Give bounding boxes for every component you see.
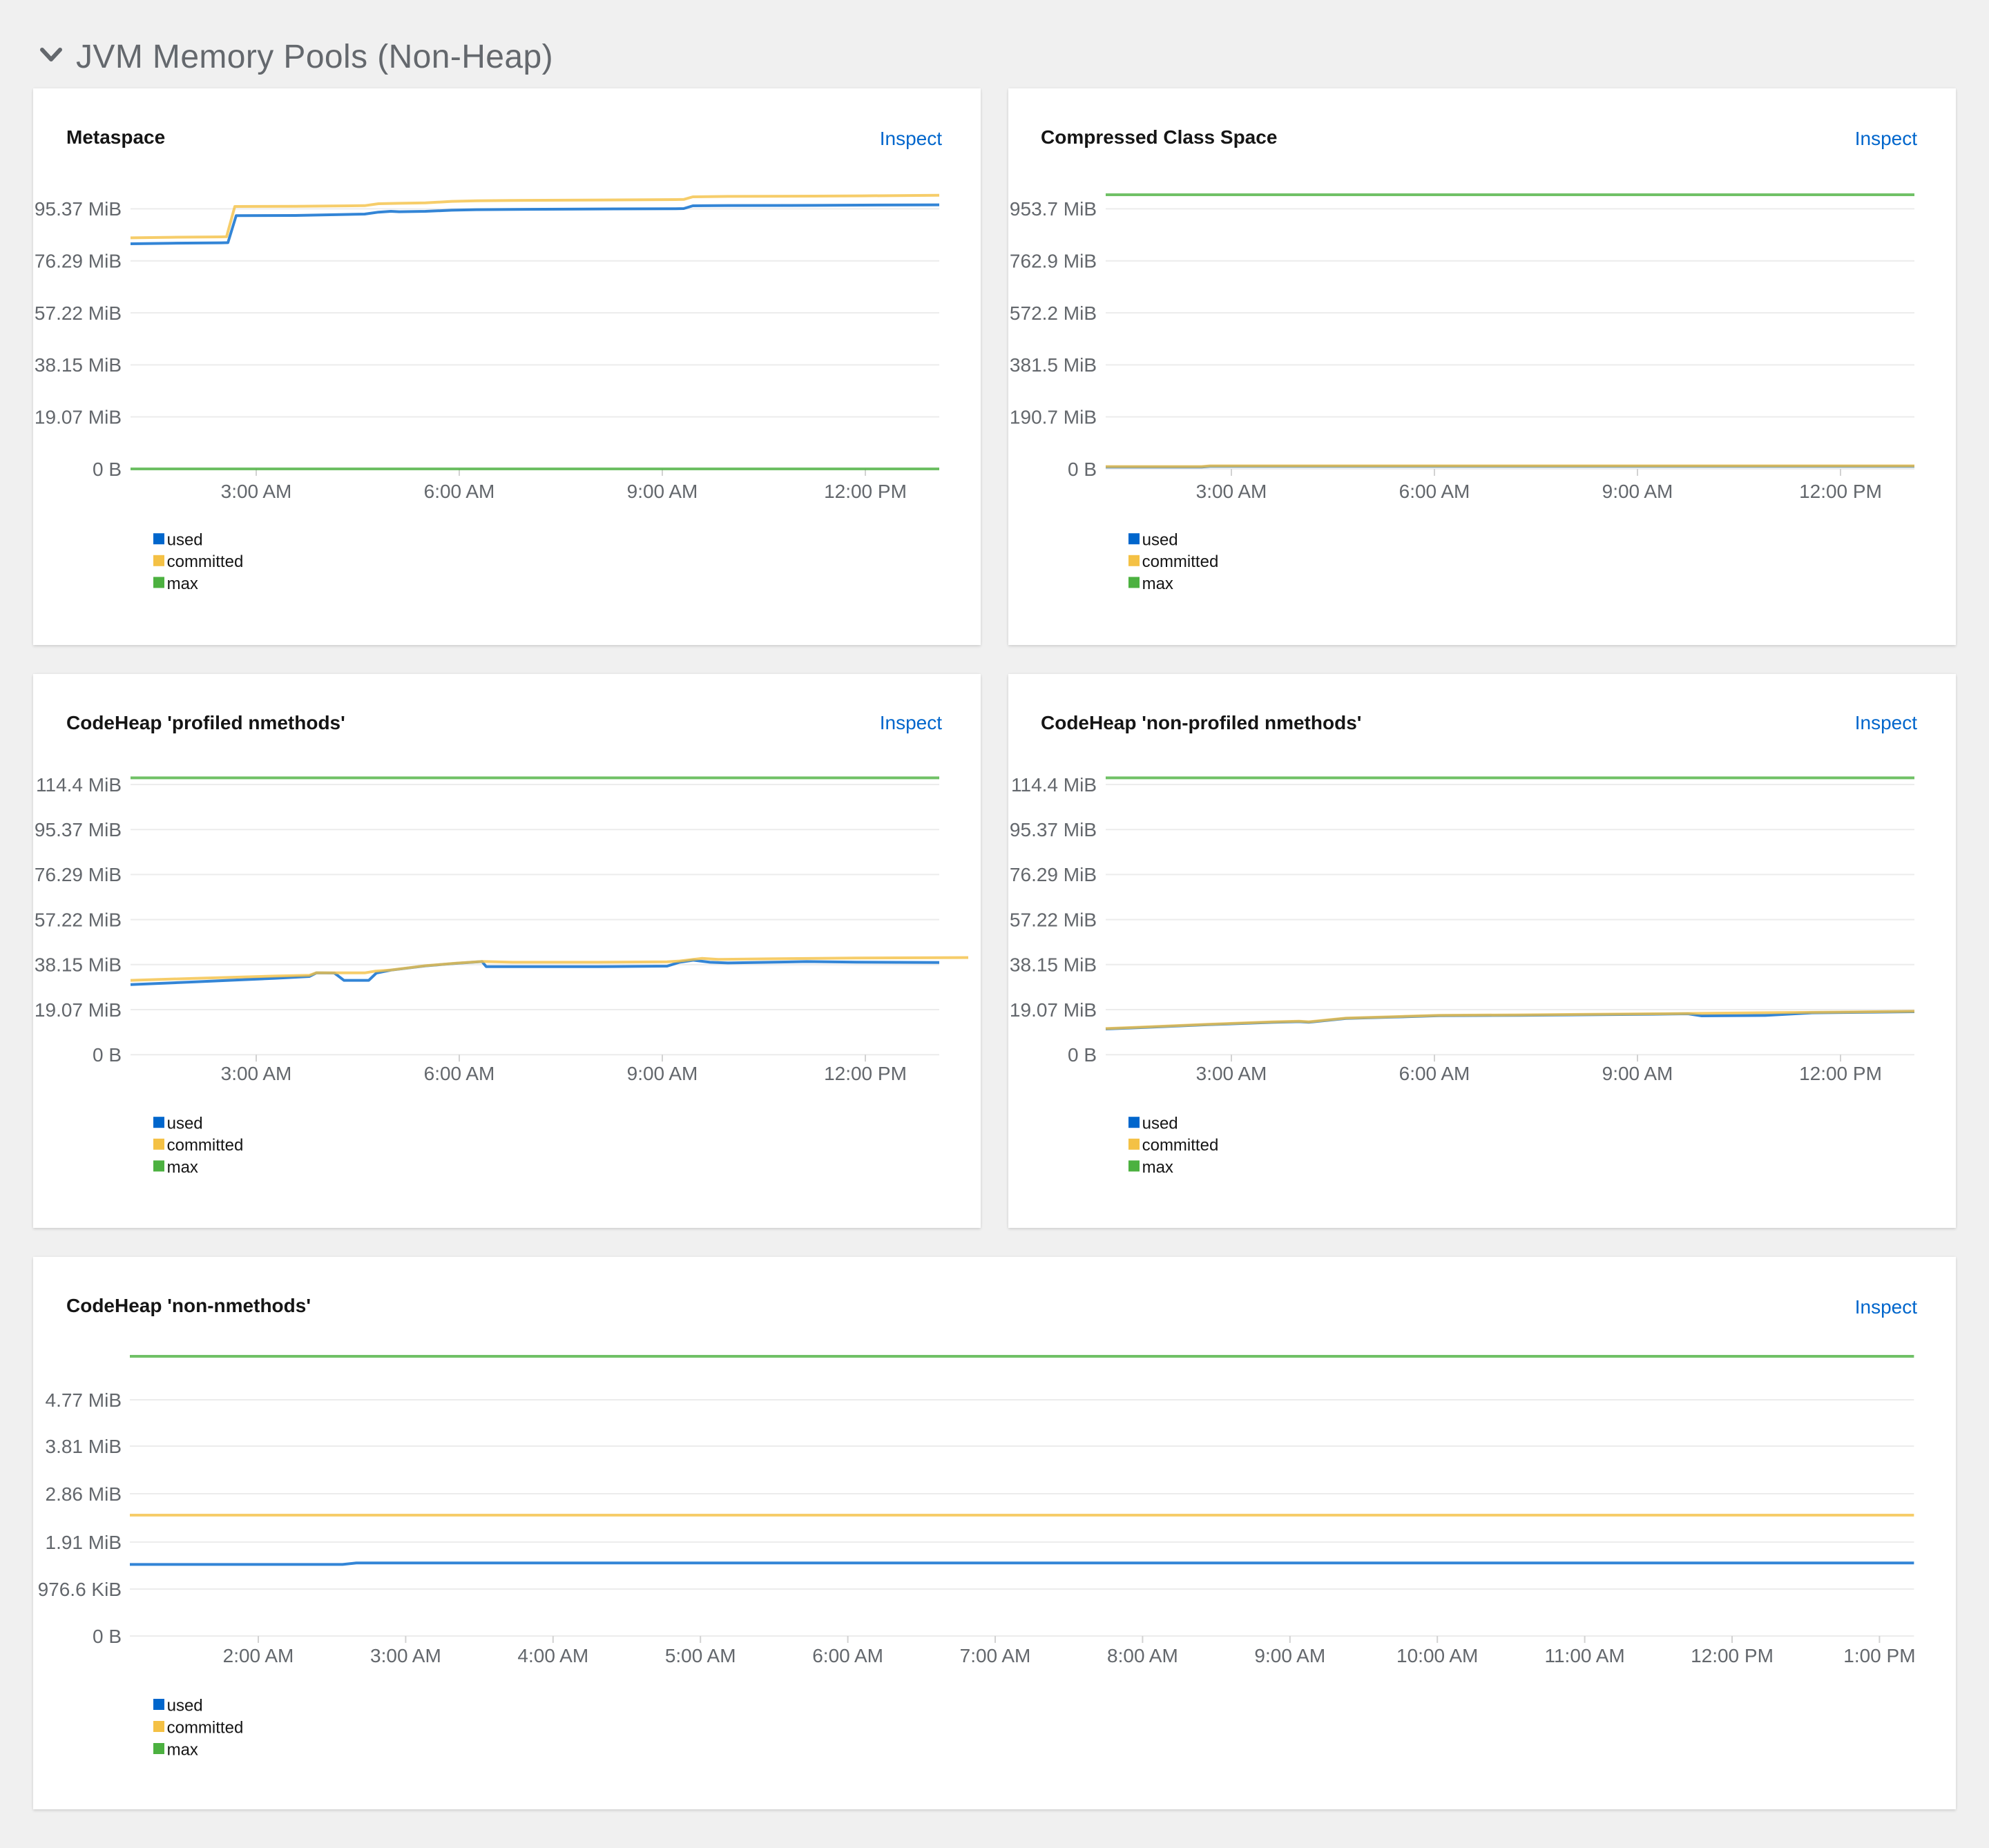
svg-text:11:00 AM: 11:00 AM (1544, 1645, 1624, 1666)
svg-text:76.29 MiB: 76.29 MiB (35, 863, 122, 885)
svg-text:0 B: 0 B (93, 1043, 122, 1065)
svg-text:5:00 AM: 5:00 AM (665, 1645, 736, 1666)
svg-text:4:00 AM: 4:00 AM (517, 1645, 588, 1666)
svg-text:6:00 AM: 6:00 AM (812, 1645, 883, 1666)
svg-text:19.07 MiB: 19.07 MiB (35, 406, 122, 427)
svg-text:committed: committed (167, 1135, 244, 1154)
svg-text:95.37 MiB: 95.37 MiB (35, 818, 122, 840)
svg-text:38.15 MiB: 38.15 MiB (35, 354, 122, 376)
svg-text:committed: committed (167, 552, 244, 571)
svg-text:7:00 AM: 7:00 AM (960, 1645, 1031, 1666)
svg-text:9:00 AM: 9:00 AM (1254, 1645, 1325, 1666)
svg-text:9:00 AM: 9:00 AM (1602, 1062, 1673, 1084)
svg-text:57.22 MiB: 57.22 MiB (35, 908, 122, 930)
svg-text:9:00 AM: 9:00 AM (627, 1062, 698, 1084)
svg-text:1:00 PM: 1:00 PM (1843, 1645, 1915, 1666)
svg-text:9:00 AM: 9:00 AM (1602, 481, 1673, 502)
svg-text:used: used (167, 1696, 203, 1715)
svg-text:used: used (1142, 1114, 1178, 1133)
svg-text:6:00 AM: 6:00 AM (1399, 481, 1470, 502)
svg-text:19.07 MiB: 19.07 MiB (35, 999, 122, 1020)
svg-text:9:00 AM: 9:00 AM (627, 481, 698, 502)
svg-text:19.07 MiB: 19.07 MiB (1009, 999, 1096, 1020)
svg-text:76.29 MiB: 76.29 MiB (1009, 863, 1096, 885)
svg-text:2:00 AM: 2:00 AM (223, 1645, 294, 1666)
svg-text:6:00 AM: 6:00 AM (1399, 1062, 1470, 1084)
svg-text:committed: committed (1142, 552, 1218, 571)
svg-text:953.7 MiB: 953.7 MiB (1009, 198, 1096, 220)
svg-text:38.15 MiB: 38.15 MiB (1009, 954, 1096, 975)
svg-text:3:00 AM: 3:00 AM (370, 1645, 441, 1666)
svg-text:38.15 MiB: 38.15 MiB (35, 954, 122, 975)
svg-text:12:00 PM: 12:00 PM (824, 1062, 907, 1084)
svg-text:6:00 AM: 6:00 AM (424, 481, 495, 502)
svg-text:used: used (167, 531, 203, 550)
svg-text:57.22 MiB: 57.22 MiB (35, 302, 122, 324)
svg-text:95.37 MiB: 95.37 MiB (1009, 818, 1096, 840)
svg-text:3:00 AM: 3:00 AM (221, 1062, 292, 1084)
svg-text:762.9 MiB: 762.9 MiB (1009, 251, 1096, 272)
svg-text:committed: committed (167, 1718, 244, 1737)
svg-text:381.5 MiB: 381.5 MiB (1009, 354, 1096, 376)
svg-text:max: max (167, 1740, 198, 1759)
svg-text:0 B: 0 B (93, 459, 122, 480)
svg-text:used: used (167, 1114, 203, 1133)
svg-text:3:00 AM: 3:00 AM (1195, 1062, 1267, 1084)
svg-text:95.37 MiB: 95.37 MiB (35, 198, 122, 220)
svg-text:max: max (167, 575, 198, 593)
svg-text:8:00 AM: 8:00 AM (1107, 1645, 1178, 1666)
svg-text:used: used (1142, 531, 1178, 550)
svg-text:190.7 MiB: 190.7 MiB (1009, 406, 1096, 427)
svg-text:4.77 MiB: 4.77 MiB (46, 1389, 122, 1411)
svg-text:572.2 MiB: 572.2 MiB (1009, 302, 1096, 324)
svg-text:3:00 AM: 3:00 AM (221, 481, 292, 502)
svg-text:max: max (1142, 575, 1173, 593)
svg-text:12:00 PM: 12:00 PM (1798, 1062, 1881, 1084)
svg-text:12:00 PM: 12:00 PM (1691, 1645, 1774, 1666)
svg-text:12:00 PM: 12:00 PM (1798, 481, 1881, 502)
svg-text:committed: committed (1142, 1135, 1218, 1154)
svg-text:0 B: 0 B (1067, 1043, 1096, 1065)
svg-text:1.91 MiB: 1.91 MiB (46, 1532, 122, 1553)
svg-text:57.22 MiB: 57.22 MiB (1009, 908, 1096, 930)
svg-text:max: max (167, 1157, 198, 1176)
svg-text:0 B: 0 B (1067, 459, 1096, 480)
svg-text:114.4 MiB: 114.4 MiB (36, 773, 122, 795)
svg-text:0 B: 0 B (93, 1626, 122, 1647)
svg-text:76.29 MiB: 76.29 MiB (35, 251, 122, 272)
svg-text:12:00 PM: 12:00 PM (824, 481, 907, 502)
svg-text:max: max (1142, 1157, 1173, 1176)
svg-text:3:00 AM: 3:00 AM (1195, 481, 1267, 502)
svg-text:3.81 MiB: 3.81 MiB (46, 1436, 122, 1457)
svg-text:10:00 AM: 10:00 AM (1396, 1645, 1478, 1666)
svg-text:2.86 MiB: 2.86 MiB (46, 1483, 122, 1505)
svg-text:114.4 MiB: 114.4 MiB (1010, 773, 1096, 795)
svg-text:6:00 AM: 6:00 AM (424, 1062, 495, 1084)
svg-text:976.6 KiB: 976.6 KiB (38, 1579, 122, 1600)
